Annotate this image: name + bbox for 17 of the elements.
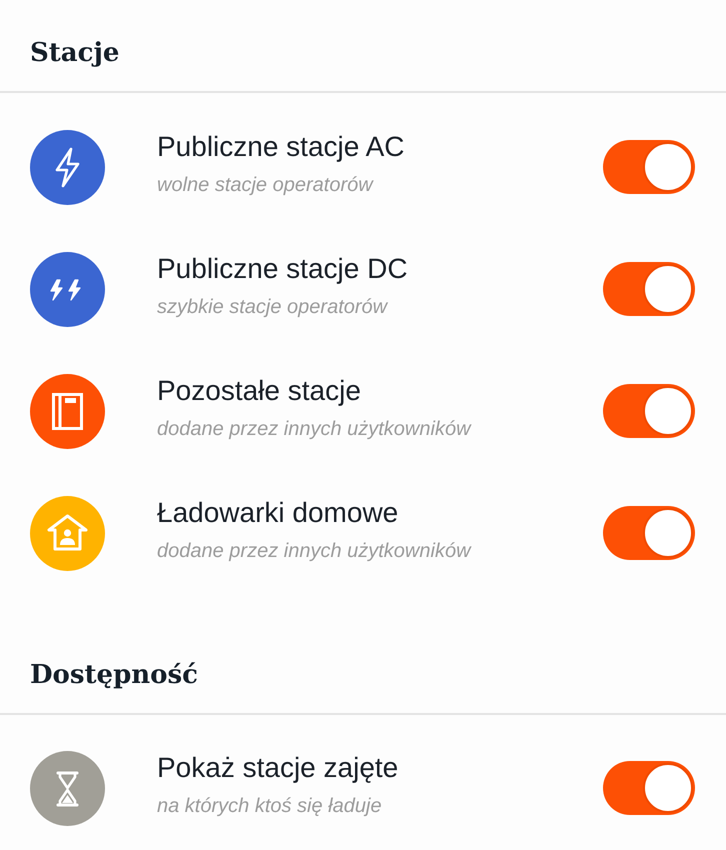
setting-title: Publiczne stacje AC: [157, 130, 404, 164]
setting-title: Publiczne stacje DC: [157, 252, 408, 286]
setting-description: na których ktoś się ładuje: [157, 794, 382, 819]
setting-description: szybkie stacje operatorów: [157, 295, 388, 320]
setting-title: Pokaż stacje zajęte: [157, 751, 398, 785]
setting-description: dodane przez innych użytkowników: [157, 417, 471, 442]
toggle-switch[interactable]: [603, 262, 695, 316]
setting-title: Ładowarki domowe: [157, 496, 398, 530]
section-title: Stacje: [30, 37, 120, 70]
toggle-switch[interactable]: [603, 384, 695, 438]
toggle-switch[interactable]: [603, 506, 695, 560]
toggle-switch[interactable]: [603, 761, 695, 815]
setting-title: Pozostałe stacje: [157, 374, 361, 408]
section-title: Dostępność: [30, 659, 198, 692]
toggle-switch[interactable]: [603, 140, 695, 194]
setting-description: wolne stacje operatorów: [157, 173, 373, 198]
setting-description: dodane przez innych użytkowników: [157, 539, 471, 564]
